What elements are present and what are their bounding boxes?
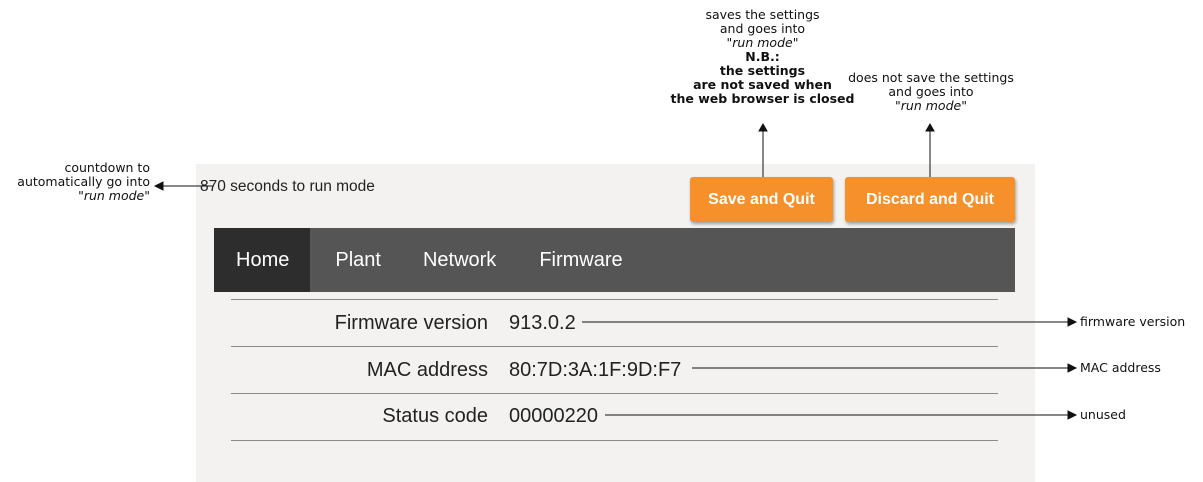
arrowhead-icon [1067,363,1078,373]
arrowhead-icon [758,122,768,132]
arrowhead-icon [1067,317,1078,327]
arrowhead-icon [1067,410,1078,420]
arrowhead-icon [925,122,935,132]
arrowhead-icon [153,181,164,191]
annotation-arrows [153,122,1078,420]
